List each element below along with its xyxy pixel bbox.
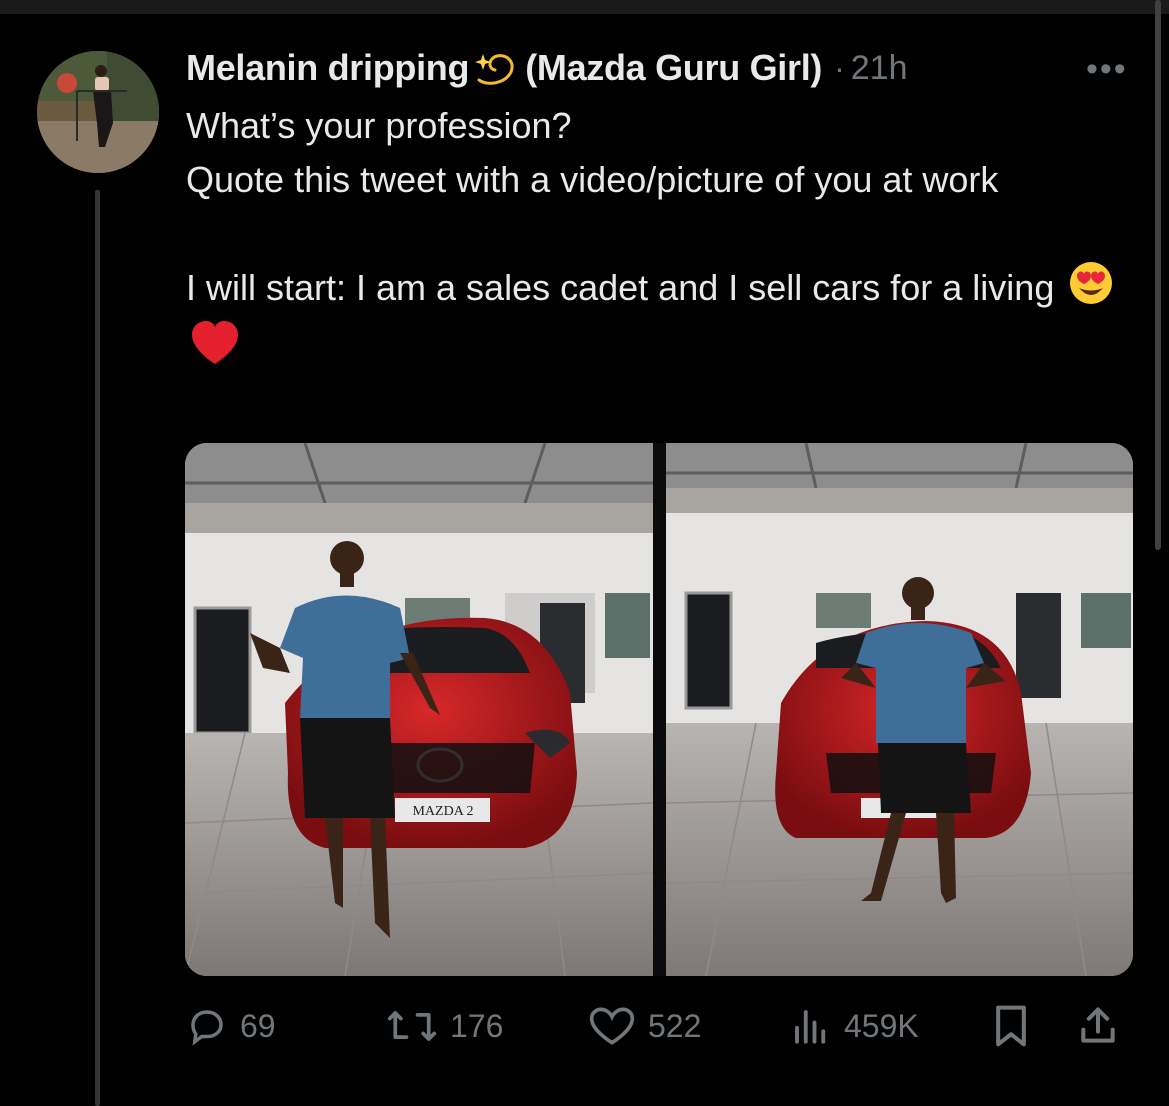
separator-dot: · (834, 49, 845, 86)
like-button[interactable]: 522 (588, 998, 701, 1054)
media-grid[interactable]: MAZDA 2 (185, 443, 1133, 976)
repost-count: 176 (450, 1007, 504, 1044)
photo-left-image: MAZDA 2 (185, 443, 653, 976)
thread-line (95, 190, 100, 1106)
display-name[interactable]: Melanin dripping (186, 47, 469, 89)
repost-icon (387, 1011, 437, 1041)
scrollbar[interactable] (1155, 0, 1161, 550)
timestamp[interactable]: 21h (851, 49, 908, 88)
plate-text: MAZDA 2 (412, 804, 473, 819)
tweet-line-1: What’s your profession? (186, 105, 572, 146)
like-icon (589, 1007, 635, 1045)
dizzy-star-icon (473, 46, 517, 91)
tweet-text: What’s your profession? Quote this tweet… (186, 99, 1136, 381)
photo-left[interactable]: MAZDA 2 (185, 443, 653, 976)
views-button[interactable]: 459K (790, 998, 919, 1054)
reply-count: 69 (240, 1007, 276, 1044)
like-count: 522 (648, 1007, 702, 1044)
reply-button[interactable]: 69 (186, 998, 276, 1054)
top-edge-bar (0, 0, 1169, 14)
bookmark-button[interactable] (990, 998, 1044, 1054)
repost-button[interactable]: 176 (386, 998, 503, 1054)
tweet-line-2: Quote this tweet with a video/picture of… (186, 158, 999, 200)
avatar-image (37, 51, 159, 173)
heart-eyes-emoji-icon (1068, 260, 1114, 321)
bookmark-icon (996, 1005, 1026, 1047)
share-button[interactable] (1076, 998, 1132, 1054)
tweet-line-3: I will start: I am a sales cadet and I s… (186, 266, 1055, 308)
reply-icon (191, 1010, 223, 1046)
display-name-suffix[interactable]: (Mazda Guru Girl) (525, 47, 822, 89)
views-count: 459K (844, 1007, 919, 1044)
views-icon (795, 1010, 826, 1044)
photo-right[interactable] (666, 443, 1133, 976)
red-heart-emoji-icon (190, 320, 240, 381)
avatar[interactable] (37, 51, 159, 173)
photo-right-image (666, 443, 1133, 976)
tweet-header: Melanin dripping (Mazda Guru Girl) · 21h (186, 42, 908, 94)
share-icon (1081, 1007, 1115, 1043)
more-options-icon[interactable]: ••• (1086, 50, 1128, 89)
action-bar: 69 176 522 459K (186, 998, 1136, 1054)
